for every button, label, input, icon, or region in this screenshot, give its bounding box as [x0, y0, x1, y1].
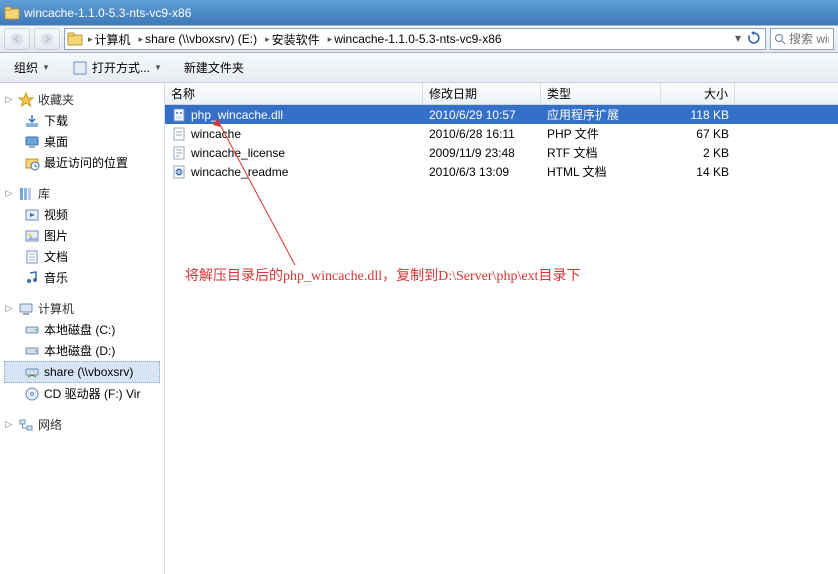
- nav-recent[interactable]: 最近访问的位置: [4, 152, 160, 173]
- file-date: 2009/11/9 23:48: [423, 146, 541, 160]
- folder-icon: [4, 5, 20, 21]
- file-name: wincache_readme: [191, 165, 288, 179]
- file-date: 2010/6/3 13:09: [423, 165, 541, 179]
- file-list[interactable]: php_wincache.dll 2010/6/29 10:57应用程序扩展118…: [165, 105, 838, 574]
- arrow-right-icon: [40, 32, 54, 46]
- dll-icon: [171, 107, 187, 123]
- search-icon: [774, 33, 786, 45]
- arrow-left-icon: [10, 32, 24, 46]
- star-icon: [18, 92, 34, 108]
- file-type: 应用程序扩展: [541, 106, 661, 123]
- col-date[interactable]: 修改日期: [423, 83, 541, 104]
- nav-desktop[interactable]: 桌面: [4, 131, 160, 152]
- libraries-group: ▷ 库 视频 图片 文档 音乐: [4, 183, 160, 288]
- drive-icon: [24, 322, 40, 338]
- window-title: wincache-1.1.0-5.3-nts-vc9-x86: [24, 6, 191, 20]
- music-icon: [24, 270, 40, 286]
- file-date: 2010/6/28 16:11: [423, 127, 541, 141]
- nav-music[interactable]: 音乐: [4, 267, 160, 288]
- search-input[interactable]: [789, 32, 829, 46]
- video-icon: [24, 207, 40, 223]
- dropdown-icon[interactable]: ▾: [731, 31, 745, 47]
- library-icon: [18, 186, 34, 202]
- file-type: RTF 文档: [541, 144, 661, 161]
- network-icon: [18, 417, 34, 433]
- breadcrumb[interactable]: ▸计算机 ▸share (\\vboxsrv) (E:) ▸安装软件 ▸winc…: [64, 28, 766, 50]
- col-size[interactable]: 大小: [661, 83, 735, 104]
- table-row[interactable]: wincache 2010/6/28 16:11PHP 文件67 KB: [165, 124, 838, 143]
- annotation-text: 将解压目录后的php_wincache.dll，复制到D:\Server\php…: [185, 265, 580, 285]
- nav-videos[interactable]: 视频: [4, 204, 160, 225]
- forward-button[interactable]: [34, 28, 60, 50]
- download-icon: [24, 113, 40, 129]
- table-row[interactable]: php_wincache.dll 2010/6/29 10:57应用程序扩展118…: [165, 105, 838, 124]
- app-icon: [72, 60, 88, 76]
- column-headers: 名称 修改日期 类型 大小: [165, 83, 838, 105]
- document-icon: [24, 249, 40, 265]
- organize-button[interactable]: 组织 ▼: [8, 56, 56, 79]
- nav-downloads[interactable]: 下载: [4, 110, 160, 131]
- file-name: wincache: [191, 127, 241, 141]
- nav-share-drive[interactable]: share (\\vboxsrv): [4, 361, 160, 383]
- favorites-header[interactable]: ▷ 收藏夹: [4, 89, 160, 110]
- file-size: 14 KB: [661, 165, 735, 179]
- search-box[interactable]: [770, 28, 834, 50]
- nav-drive-c[interactable]: 本地磁盘 (C:): [4, 319, 160, 340]
- network-group: ▷ 网络: [4, 414, 160, 435]
- file-name: php_wincache.dll: [191, 108, 283, 122]
- crumb-installsw[interactable]: ▸安装软件: [262, 31, 323, 48]
- file-date: 2010/6/29 10:57: [423, 108, 541, 122]
- crumb-share[interactable]: ▸share (\\vboxsrv) (E:): [136, 32, 261, 46]
- network-header[interactable]: ▷ 网络: [4, 414, 160, 435]
- file-size: 2 KB: [661, 146, 735, 160]
- cd-icon: [24, 386, 40, 402]
- netdrive-icon: [24, 364, 40, 380]
- nav-cd-drive[interactable]: CD 驱动器 (F:) Vir: [4, 383, 160, 404]
- address-bar-row: ▸计算机 ▸share (\\vboxsrv) (E:) ▸安装软件 ▸winc…: [0, 25, 838, 53]
- drive-icon: [24, 343, 40, 359]
- crumb-computer[interactable]: ▸计算机: [85, 31, 134, 48]
- col-name[interactable]: 名称: [165, 83, 423, 104]
- file-size: 118 KB: [661, 108, 735, 122]
- file-name: wincache_license: [191, 146, 285, 160]
- table-row[interactable]: wincache_readme 2010/6/3 13:09HTML 文档14 K…: [165, 162, 838, 181]
- html-icon: [171, 164, 187, 180]
- file-list-pane: 名称 修改日期 类型 大小 php_wincache.dll 2010/6/29 …: [165, 83, 838, 574]
- file-type: HTML 文档: [541, 163, 661, 180]
- file-type: PHP 文件: [541, 125, 661, 142]
- window-titlebar: wincache-1.1.0-5.3-nts-vc9-x86: [0, 0, 838, 25]
- crumb-wincache[interactable]: ▸wincache-1.1.0-5.3-nts-vc9-x86: [325, 32, 505, 46]
- libraries-header[interactable]: ▷ 库: [4, 183, 160, 204]
- nav-drive-d[interactable]: 本地磁盘 (D:): [4, 340, 160, 361]
- table-row[interactable]: wincache_license 2009/11/9 23:48RTF 文档2 K…: [165, 143, 838, 162]
- col-type[interactable]: 类型: [541, 83, 661, 104]
- open-with-button[interactable]: 打开方式... ▼: [66, 56, 168, 79]
- toolbar: 组织 ▼ 打开方式... ▼ 新建文件夹: [0, 53, 838, 83]
- favorites-group: ▷ 收藏夹 下载 桌面 最近访问的位置: [4, 89, 160, 173]
- folder-icon: [67, 31, 83, 47]
- refresh-icon[interactable]: [747, 31, 763, 47]
- picture-icon: [24, 228, 40, 244]
- file-size: 67 KB: [661, 127, 735, 141]
- navigation-pane: ▷ 收藏夹 下载 桌面 最近访问的位置 ▷ 库 视频 图片 文档 音乐 ▷ 计算…: [0, 83, 165, 574]
- computer-icon: [18, 301, 34, 317]
- computer-group: ▷ 计算机 本地磁盘 (C:) 本地磁盘 (D:) share (\\vboxs…: [4, 298, 160, 404]
- nav-documents[interactable]: 文档: [4, 246, 160, 267]
- nav-pictures[interactable]: 图片: [4, 225, 160, 246]
- back-button[interactable]: [4, 28, 30, 50]
- new-folder-button[interactable]: 新建文件夹: [178, 56, 250, 79]
- desktop-icon: [24, 134, 40, 150]
- php-icon: [171, 126, 187, 142]
- rtf-icon: [171, 145, 187, 161]
- recent-icon: [24, 155, 40, 171]
- computer-header[interactable]: ▷ 计算机: [4, 298, 160, 319]
